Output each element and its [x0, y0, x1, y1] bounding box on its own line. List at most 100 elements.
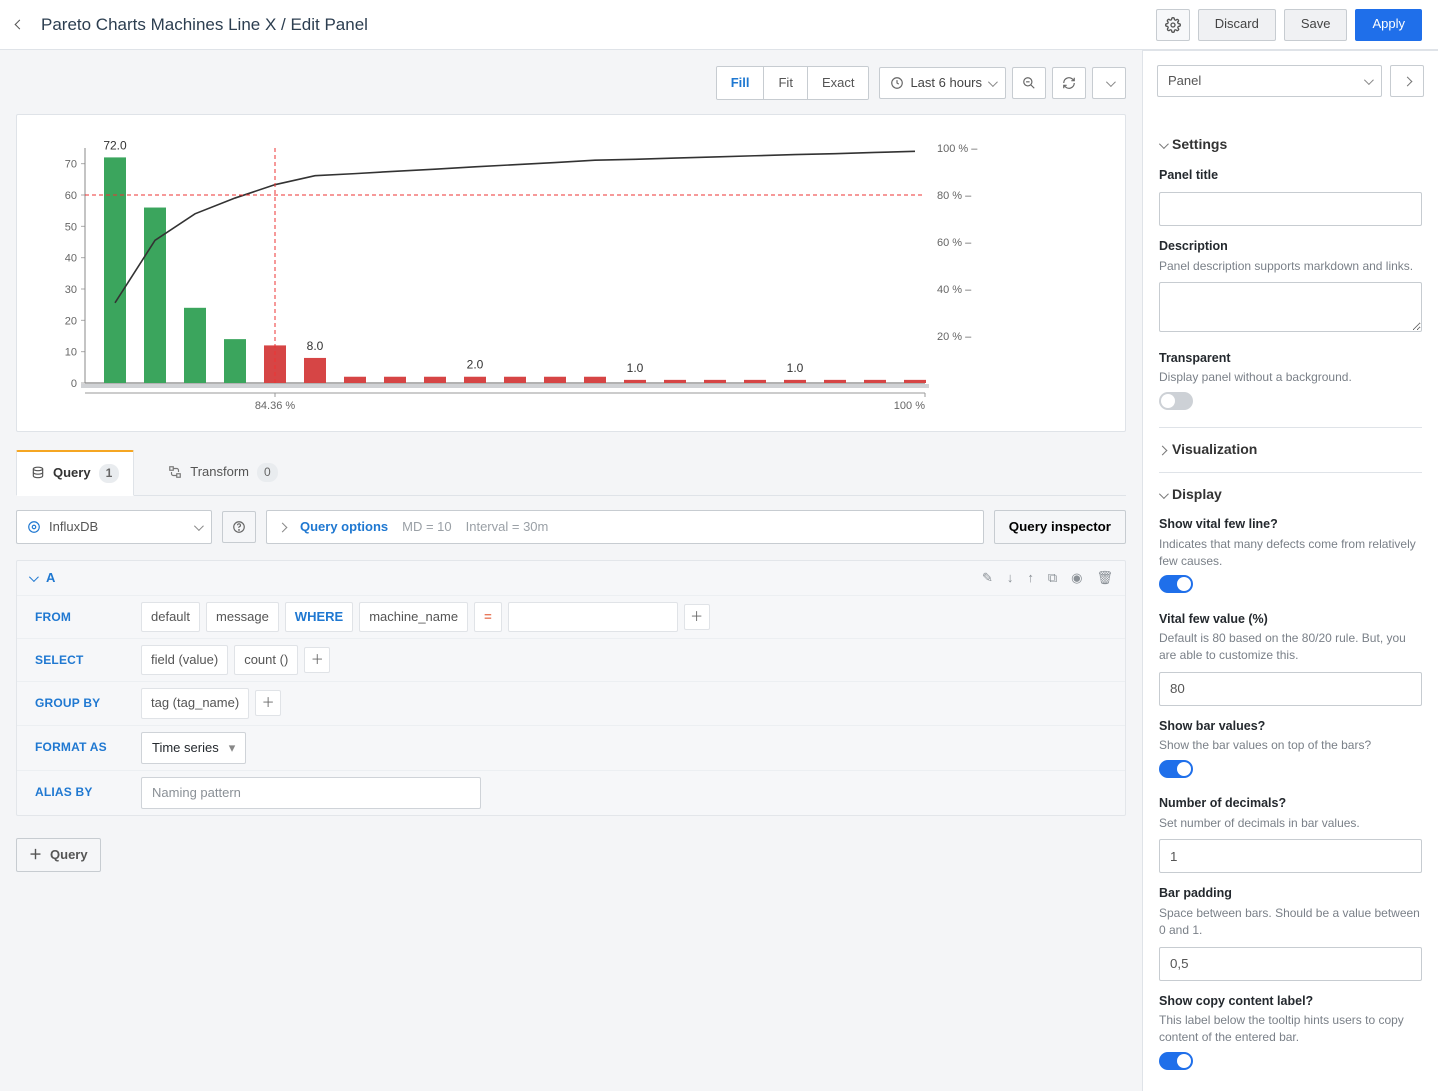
- select-field[interactable]: field (value): [141, 645, 228, 675]
- plus-icon: ＋: [29, 846, 42, 864]
- svg-text:50: 50: [65, 221, 77, 233]
- svg-text:8.0: 8.0: [307, 339, 324, 353]
- where-value[interactable]: .: [508, 602, 678, 632]
- svg-text:1.0: 1.0: [627, 361, 644, 375]
- transparent-toggle[interactable]: [1159, 392, 1193, 410]
- groupby-tag[interactable]: tag (tag_name): [141, 688, 249, 718]
- select-fn[interactable]: count (): [234, 645, 298, 675]
- section-visualization[interactable]: Visualization: [1159, 440, 1422, 460]
- query-editor: A ✎ ↓ ↑ ⧉ ◉ 🗑 FROM default message WHERE…: [16, 560, 1126, 816]
- panel-dropdown[interactable]: Panel: [1157, 65, 1382, 97]
- bar-padding-input[interactable]: [1159, 947, 1422, 981]
- tab-query[interactable]: Query 1: [16, 450, 134, 496]
- decimals-input[interactable]: [1159, 839, 1422, 873]
- panel-title-input[interactable]: [1159, 192, 1422, 226]
- svg-text:40 % –: 40 % –: [937, 284, 972, 296]
- discard-button[interactable]: Discard: [1198, 9, 1276, 41]
- chevron-down-icon: [1159, 485, 1166, 505]
- svg-text:1.0: 1.0: [787, 361, 804, 375]
- add-where-button[interactable]: ＋: [684, 604, 710, 630]
- transform-icon: [168, 465, 182, 479]
- chevron-down-icon: [1159, 135, 1166, 155]
- page-title: Pareto Charts Machines Line X / Edit Pan…: [41, 13, 368, 37]
- svg-text:72.0: 72.0: [103, 138, 127, 152]
- toggle-visibility-icon[interactable]: ◉: [1071, 569, 1082, 587]
- kw-alias: ALIAS BY: [27, 778, 135, 807]
- chevron-down-icon: [988, 74, 995, 92]
- query-name[interactable]: A: [46, 569, 55, 587]
- section-settings[interactable]: Settings: [1159, 135, 1422, 155]
- move-down-icon[interactable]: ↓: [1007, 569, 1014, 587]
- tab-transform[interactable]: Transform 0: [154, 451, 291, 494]
- query-options-bar: Query options MD = 10 Interval = 30m: [266, 510, 984, 544]
- zoom-out-button[interactable]: [1012, 67, 1046, 99]
- chevron-right-icon[interactable]: [279, 518, 286, 536]
- back-icon[interactable]: [16, 15, 23, 33]
- chevron-down-icon: [194, 518, 201, 536]
- from-measurement[interactable]: message: [206, 602, 279, 632]
- kw-select: SELECT: [27, 646, 135, 675]
- from-policy[interactable]: default: [141, 602, 200, 632]
- svg-text:100 %: 100 %: [894, 400, 925, 412]
- pareto-chart: 01020304050607020 % –40 % –60 % –80 % –1…: [35, 133, 1107, 423]
- svg-text:100 % –: 100 % –: [937, 143, 978, 155]
- add-select-button[interactable]: ＋: [304, 647, 330, 673]
- section-display[interactable]: Display: [1159, 485, 1422, 505]
- svg-text:2.0: 2.0: [467, 358, 484, 372]
- help-icon: [232, 520, 246, 534]
- exact-mode[interactable]: Exact: [807, 67, 869, 99]
- save-button[interactable]: Save: [1284, 9, 1348, 41]
- refresh-icon: [1062, 76, 1076, 90]
- gear-icon: [1165, 17, 1181, 33]
- expand-panel-button[interactable]: [1390, 65, 1424, 97]
- delete-icon[interactable]: 🗑: [1096, 569, 1113, 587]
- svg-text:70: 70: [65, 159, 77, 171]
- chevron-right-icon: [1159, 440, 1166, 460]
- kw-from: FROM: [27, 603, 135, 632]
- svg-text:60 % –: 60 % –: [937, 237, 972, 249]
- refresh-button[interactable]: [1052, 67, 1086, 99]
- fit-mode[interactable]: Fit: [763, 67, 806, 99]
- kw-format: FORMAT AS: [27, 733, 135, 762]
- fill-mode[interactable]: Fill: [717, 67, 764, 99]
- kw-where: WHERE: [285, 602, 353, 632]
- bar-values-toggle[interactable]: [1159, 760, 1193, 778]
- move-up-icon[interactable]: ↑: [1027, 569, 1034, 587]
- zoom-out-icon: [1022, 76, 1036, 90]
- collapse-query-icon[interactable]: [29, 569, 36, 587]
- transform-count-badge: 0: [257, 463, 278, 482]
- vital-value-input[interactable]: [1159, 672, 1422, 706]
- settings-button[interactable]: [1156, 9, 1190, 41]
- add-query-button[interactable]: ＋ Query: [16, 838, 101, 872]
- kw-groupby: GROUP BY: [27, 689, 135, 718]
- panel-title-label: Panel title: [1159, 167, 1422, 185]
- chevron-down-icon: [1106, 74, 1113, 92]
- svg-text:60: 60: [65, 190, 77, 202]
- description-input[interactable]: [1159, 282, 1422, 332]
- where-tag[interactable]: machine_name: [359, 602, 468, 632]
- chevron-down-icon: [1364, 72, 1371, 90]
- query-options-link[interactable]: Query options: [300, 518, 388, 536]
- database-icon: [31, 466, 45, 480]
- datasource-help-button[interactable]: [222, 511, 256, 543]
- edit-icon[interactable]: ✎: [982, 569, 993, 587]
- datasource-icon: [27, 520, 41, 534]
- apply-button[interactable]: Apply: [1355, 9, 1422, 41]
- alias-input[interactable]: Naming pattern: [141, 777, 481, 809]
- where-op[interactable]: =: [474, 602, 502, 632]
- copy-label-toggle[interactable]: [1159, 1052, 1193, 1070]
- query-count-badge: 1: [99, 464, 120, 483]
- svg-text:0: 0: [71, 378, 77, 390]
- chevron-right-icon: [1404, 72, 1411, 90]
- time-range-picker[interactable]: Last 6 hours: [879, 67, 1006, 99]
- svg-text:30: 30: [65, 284, 77, 296]
- format-select[interactable]: Time series ▾: [141, 732, 246, 764]
- datasource-select[interactable]: InfluxDB: [16, 510, 212, 544]
- svg-text:20: 20: [65, 315, 77, 327]
- query-inspector-button[interactable]: Query inspector: [994, 510, 1126, 544]
- duplicate-icon[interactable]: ⧉: [1048, 569, 1057, 587]
- clock-icon: [890, 76, 904, 90]
- refresh-interval-button[interactable]: [1092, 67, 1126, 99]
- add-groupby-button[interactable]: ＋: [255, 690, 281, 716]
- vital-line-toggle[interactable]: [1159, 575, 1193, 593]
